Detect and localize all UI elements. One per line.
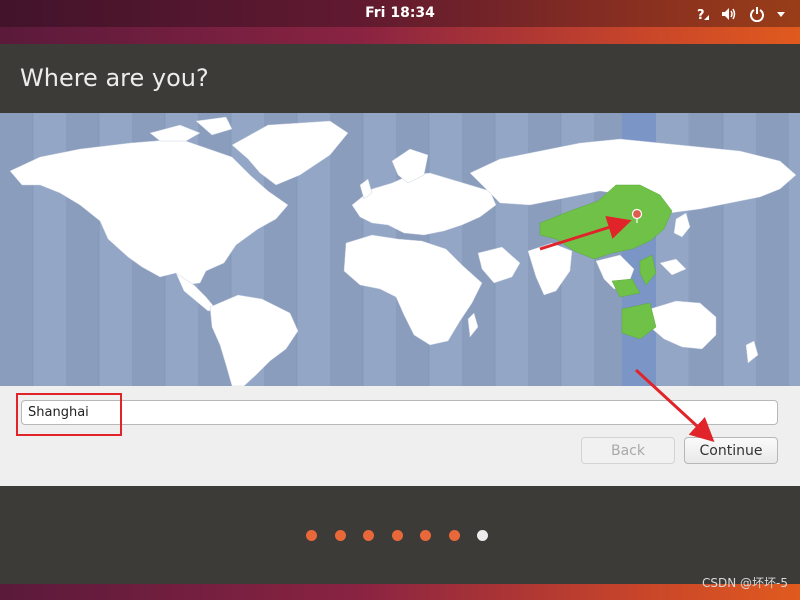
chevron-down-icon[interactable] (770, 4, 792, 24)
timezone-map[interactable] (0, 113, 800, 386)
step-dot (334, 530, 346, 541)
step-dot (420, 530, 431, 541)
installer-header: Where are you? (0, 44, 800, 113)
step-dot (363, 530, 374, 541)
watermark: CSDN @坏坏-5 (702, 576, 788, 590)
clock[interactable]: Fri 18:34 (0, 5, 800, 21)
location-panel: Back Continue (0, 386, 800, 486)
power-icon[interactable] (746, 4, 768, 24)
step-dot (306, 530, 317, 541)
progress-footer (0, 486, 800, 584)
continue-button[interactable]: Continue (684, 437, 778, 464)
step-dot (391, 530, 403, 541)
back-button[interactable]: Back (581, 437, 675, 464)
step-indicator (306, 530, 488, 541)
page-title: Where are you? (20, 64, 209, 92)
step-dot (448, 530, 460, 541)
location-input[interactable] (21, 400, 778, 425)
volume-icon[interactable] (718, 4, 740, 24)
step-dot-current (477, 530, 488, 541)
installer-window: Where are you? Shanghai Back Continue (0, 44, 800, 584)
help-icon[interactable]: ? (692, 4, 714, 24)
svg-text:?: ? (697, 8, 705, 22)
top-bar: Fri 18:34 ? (0, 0, 800, 27)
